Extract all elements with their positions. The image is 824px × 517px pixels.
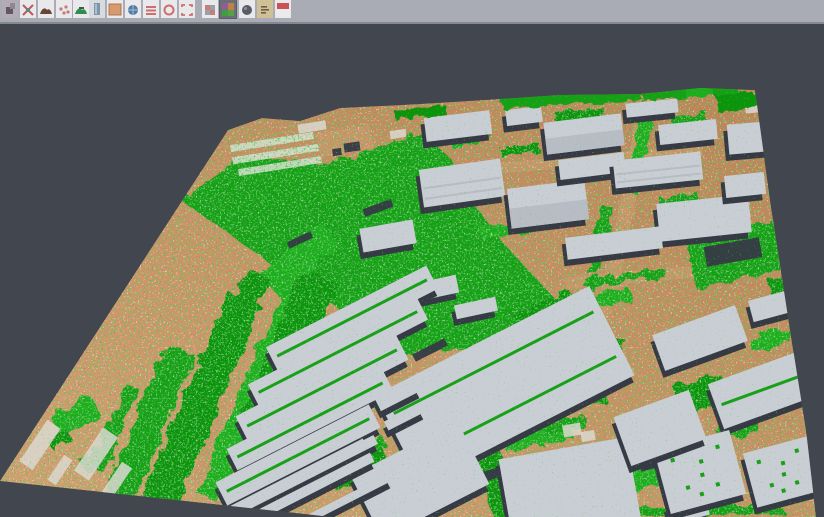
toolbar-icon-points-red[interactable] — [56, 0, 72, 18]
viewport-3d-view[interactable] — [0, 24, 824, 517]
toolbar-icon-points-cross[interactable] — [20, 0, 36, 18]
point-cloud-scene — [0, 24, 824, 517]
toolbar-icon-terrain-brown[interactable] — [38, 0, 54, 18]
toolbar-icon-flag[interactable] — [275, 0, 291, 18]
toolbar-icon-circle-select[interactable] — [161, 0, 177, 18]
toolbar-icon-globe[interactable] — [125, 0, 141, 18]
app-window — [0, 0, 824, 517]
toolbar-icon-ortho-square[interactable] — [107, 0, 123, 18]
toolbar-icon-terrain-green[interactable] — [73, 0, 89, 18]
toolbar-icon-classification-map[interactable] — [220, 0, 236, 18]
toolbar — [0, 0, 824, 24]
toolbar-icon-profile-column[interactable] — [89, 0, 105, 18]
toolbar-icon-layer-bars[interactable] — [143, 0, 159, 18]
toolbar-icon-grid-cells[interactable] — [202, 0, 218, 18]
toolbar-icon-clip[interactable] — [2, 0, 18, 18]
toolbar-icon-sphere[interactable] — [239, 0, 255, 18]
toolbar-icon-rect-select[interactable] — [179, 0, 195, 18]
toolbar-icon-measure[interactable] — [257, 0, 273, 18]
